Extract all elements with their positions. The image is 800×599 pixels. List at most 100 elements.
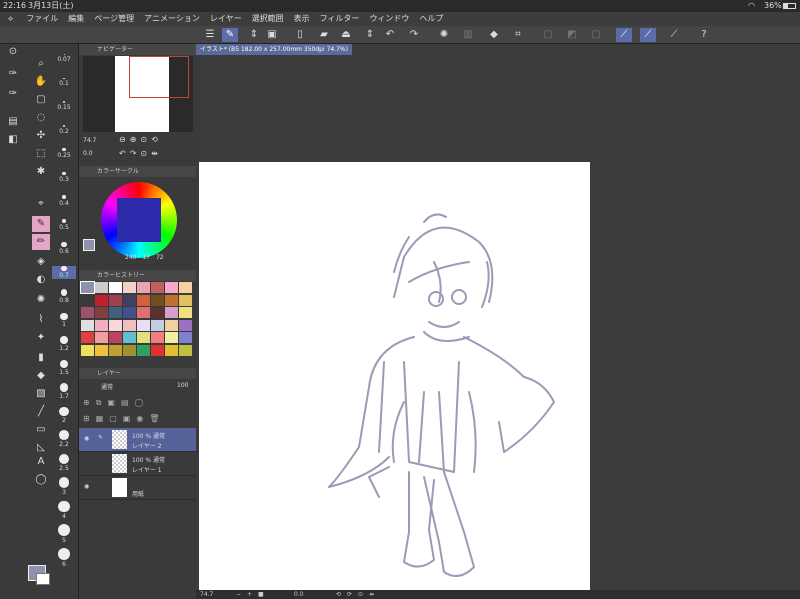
brush-size-item[interactable]: 6 — [52, 547, 76, 568]
canvas-paper[interactable] — [199, 162, 590, 592]
layers-icon[interactable]: ▤ — [4, 114, 22, 130]
scroll-arrows-icon[interactable]: ⇕ — [362, 28, 378, 42]
pencil-icon[interactable]: ✏ — [32, 234, 50, 250]
history-swatch[interactable] — [81, 332, 94, 343]
brush-size-item[interactable]: 2.5 — [52, 453, 76, 472]
brush-size-item[interactable]: 0.6 — [52, 242, 76, 255]
crop-icon[interactable]: ⌗ — [510, 28, 526, 42]
bottom-zoom[interactable]: 74.7 — [200, 590, 213, 599]
brush-size-item[interactable]: 0.7 — [52, 265, 76, 280]
ruler-icon[interactable]: ⟋ — [666, 28, 682, 42]
history-swatch[interactable] — [95, 332, 108, 343]
layer-lock-icons[interactable]: ⊕⧉▣▤◯ — [83, 398, 150, 408]
hamburger-icon[interactable]: ☰ — [202, 28, 218, 42]
brush-size-item[interactable]: 0.8 — [52, 289, 76, 304]
menu-view[interactable]: 表示 — [289, 12, 315, 26]
menu-window[interactable]: ウィンドウ — [364, 12, 414, 26]
history-swatch[interactable] — [123, 344, 136, 356]
move-icon[interactable]: ✣ — [32, 128, 50, 144]
history-swatch[interactable] — [137, 294, 150, 306]
history-swatch[interactable] — [123, 282, 136, 293]
history-swatch[interactable] — [109, 307, 122, 318]
zoom-icon[interactable]: ⌕ — [32, 56, 50, 72]
sub-tool-icon[interactable]: ✑ — [4, 86, 22, 102]
history-swatch[interactable] — [151, 307, 164, 318]
line-icon[interactable]: ╱ — [32, 404, 50, 420]
history-swatch[interactable] — [165, 344, 178, 356]
history-swatch[interactable] — [95, 307, 108, 318]
select-icon[interactable]: ⬚ — [32, 146, 50, 162]
loading-icon[interactable]: ✺ — [436, 28, 452, 42]
history-swatch[interactable] — [95, 344, 108, 356]
history-swatch[interactable] — [109, 294, 122, 306]
save-icon[interactable]: ⏏ — [338, 28, 354, 42]
brush-size-item[interactable]: 1 — [52, 312, 76, 328]
brush-size-item[interactable]: 0.1 — [52, 77, 76, 87]
menu-page[interactable]: ページ管理 — [89, 12, 139, 26]
fill-icon[interactable]: ◆ — [486, 28, 502, 42]
brush-size-item[interactable]: 1.5 — [52, 359, 76, 376]
history-swatch[interactable] — [137, 319, 150, 331]
redo-icon[interactable]: ↷ — [406, 28, 422, 42]
pen-tool-cmd-icon[interactable]: ✎ — [222, 28, 238, 42]
current-color[interactable] — [83, 239, 95, 251]
layer-row[interactable]: ◉ ✎ 100 % 通常 レイヤー 2 — [79, 428, 197, 452]
menu-filter[interactable]: フィルター — [315, 12, 365, 26]
history-swatch[interactable] — [165, 294, 178, 306]
brush-size-item[interactable]: 1.2 — [52, 336, 76, 352]
history-swatch[interactable] — [137, 307, 150, 318]
history-swatch[interactable] — [81, 344, 94, 356]
brush-settings-icon[interactable]: ✑ — [4, 66, 22, 82]
history-swatch[interactable] — [109, 332, 122, 343]
menu-animation[interactable]: アニメーション — [139, 12, 205, 26]
gradient-icon[interactable]: ▧ — [32, 386, 50, 402]
history-swatch[interactable] — [151, 294, 164, 306]
history-swatch[interactable] — [123, 319, 136, 331]
pen-icon[interactable]: ✎ — [32, 216, 50, 232]
history-swatch[interactable] — [165, 282, 178, 293]
deselect-icon[interactable]: ▢ — [588, 28, 604, 42]
sub-color-swatch[interactable] — [36, 573, 50, 585]
history-swatch[interactable] — [137, 282, 150, 293]
history-swatch[interactable] — [123, 332, 136, 343]
invert-selection-icon[interactable]: ◩ — [564, 28, 580, 42]
navigator-zoom[interactable]: 74.7 — [83, 137, 96, 144]
stabilizer-icon[interactable]: ⟋ — [616, 28, 632, 42]
clear-icon[interactable]: ▥ — [460, 28, 476, 42]
layer-row[interactable]: ◉ 用紙 — [79, 476, 197, 500]
brush-size-item[interactable]: 5 — [52, 524, 76, 544]
history-swatch[interactable] — [81, 319, 94, 331]
navigator-rotate-buttons[interactable]: ↶↷⊙⇹ — [119, 149, 162, 158]
menu-file[interactable]: ファイル — [21, 12, 63, 26]
hand-icon[interactable]: ✋ — [32, 74, 50, 90]
text-icon[interactable]: A — [32, 454, 50, 470]
history-swatch[interactable] — [179, 307, 192, 318]
history-swatch[interactable] — [137, 332, 150, 343]
color-history-grid[interactable] — [80, 281, 193, 356]
bottom-zoom-buttons[interactable]: −+■ — [236, 590, 270, 599]
blend-icon[interactable]: ◐ — [32, 272, 50, 288]
brush-size-item[interactable]: 0.25 — [52, 148, 76, 159]
history-swatch[interactable] — [151, 332, 164, 343]
undo-icon[interactable]: ↶ — [382, 28, 398, 42]
history-swatch[interactable] — [81, 294, 94, 306]
bottom-rotate-buttons[interactable]: ⟲⟳⊙⇹ — [336, 590, 380, 599]
eyedropper-icon[interactable]: ⌖ — [32, 196, 50, 212]
history-swatch[interactable] — [109, 282, 122, 293]
blend-mode-select[interactable]: 通常 — [101, 382, 113, 391]
color-wheel[interactable] — [101, 182, 177, 258]
layer-row[interactable]: 100 % 通常 レイヤー 1 — [79, 452, 197, 476]
brush-size-item[interactable]: 2.2 — [52, 430, 76, 448]
history-swatch[interactable] — [123, 294, 136, 306]
brush-size-item[interactable]: 0.2 — [52, 124, 76, 135]
frame-icon[interactable]: ▭ — [32, 422, 50, 438]
updown-icon[interactable]: ⇕ — [246, 28, 262, 42]
menu-selection[interactable]: 選択範囲 — [247, 12, 289, 26]
brush-size-item[interactable]: 0.3 — [52, 171, 76, 183]
brush-size-item[interactable]: 1.7 — [52, 383, 76, 400]
history-swatch[interactable] — [179, 282, 192, 293]
history-swatch[interactable] — [165, 319, 178, 331]
history-swatch[interactable] — [95, 282, 108, 293]
zoom-glass-icon[interactable]: ⊙ — [4, 44, 22, 60]
history-swatch[interactable] — [95, 319, 108, 331]
